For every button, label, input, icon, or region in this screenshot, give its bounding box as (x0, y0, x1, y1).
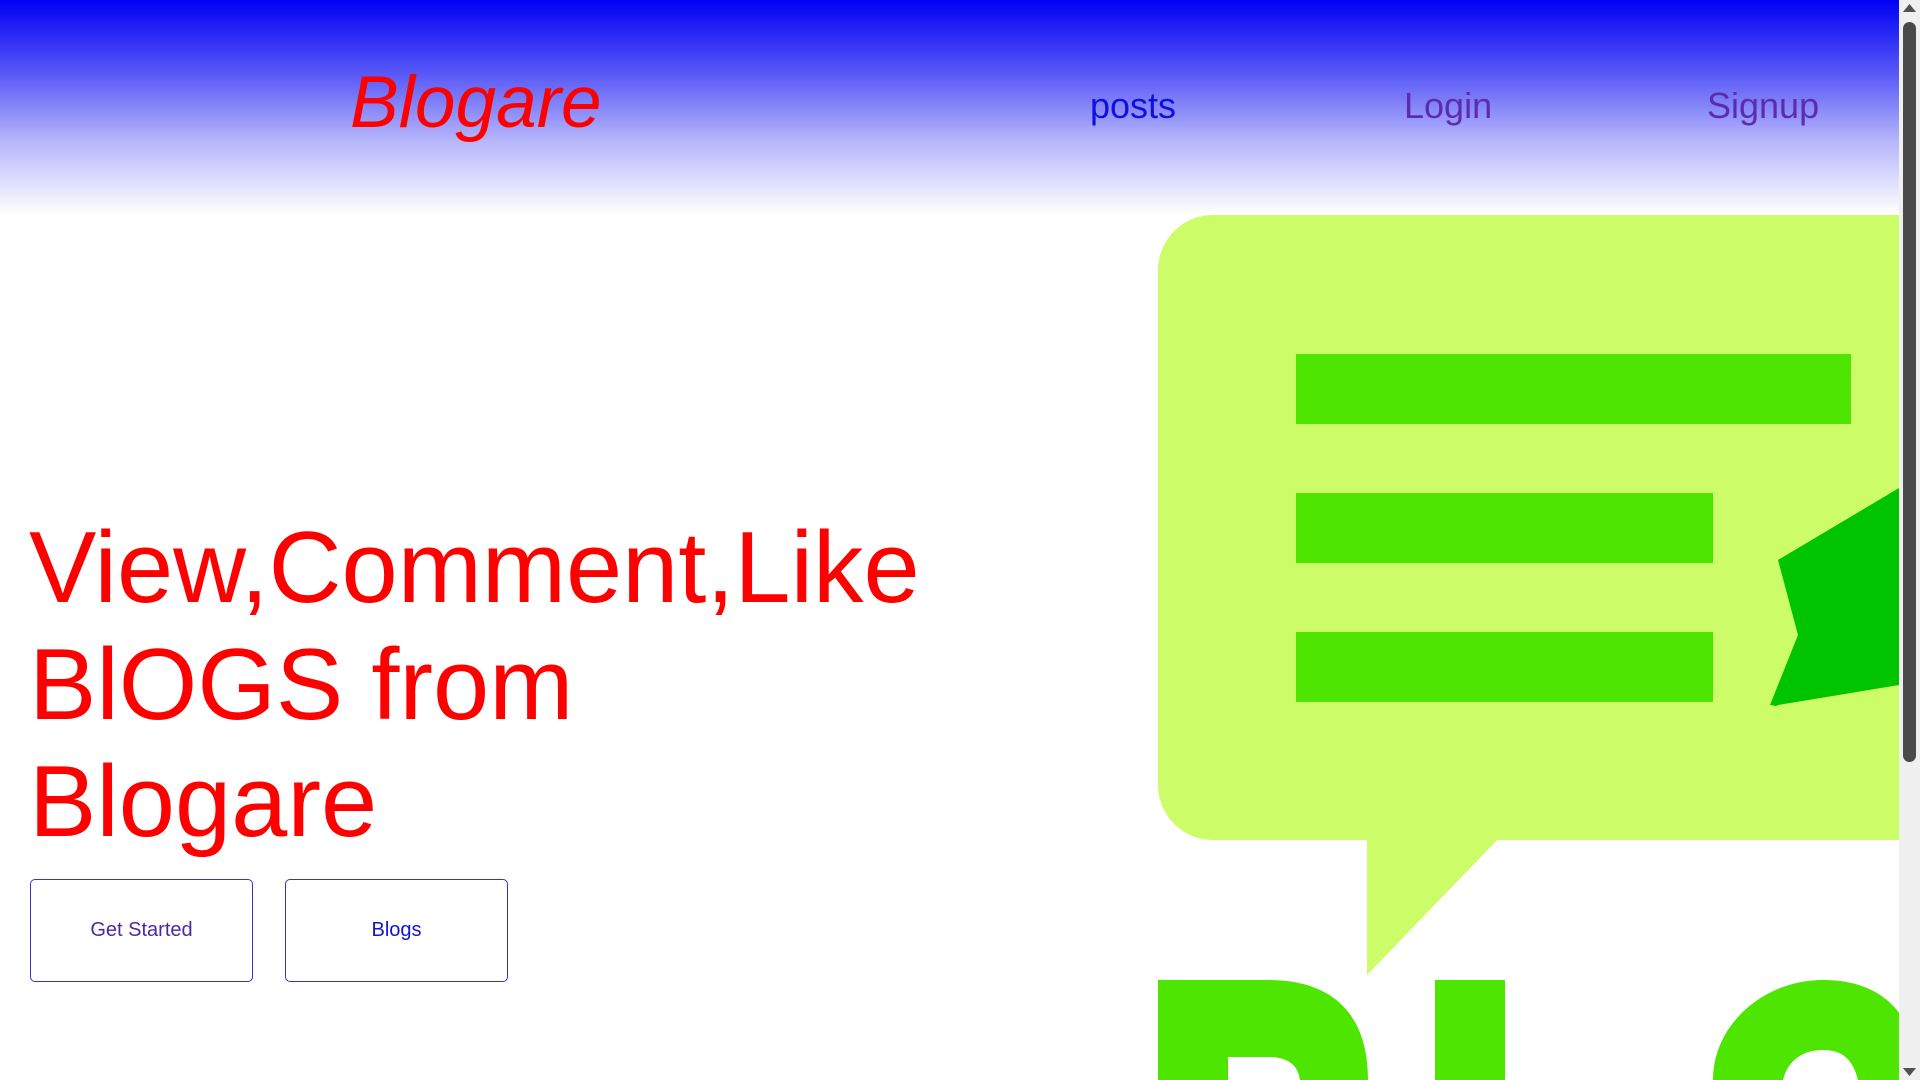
bubble-line-1 (1296, 354, 1851, 424)
scrollbar-thumb[interactable] (1903, 22, 1916, 762)
site-logo[interactable]: Blogare (350, 66, 602, 139)
blog-wordmark-icon (1158, 980, 1899, 1080)
hero-title-line: Blogare (29, 746, 378, 858)
hero-title: View,Comment,Like BlOGS from Blogare (29, 510, 1029, 861)
scroll-down-icon[interactable] (1899, 1063, 1920, 1080)
hero-title-line: BlOGS from (29, 629, 574, 741)
blog-illustration (1158, 215, 1899, 1080)
nav-signup-link[interactable]: Signup (1707, 88, 1819, 124)
bubble-line-3 (1296, 632, 1713, 702)
nav-posts-link[interactable]: posts (1090, 88, 1176, 124)
site-header: Blogare posts Login Signup (0, 0, 1899, 215)
nav-login-link[interactable]: Login (1404, 88, 1492, 124)
landing-page: Blogare posts Login Signup View,Comment,… (0, 0, 1920, 1080)
bubble-line-2 (1296, 493, 1713, 563)
scroll-up-icon[interactable] (1899, 0, 1920, 17)
blogs-button[interactable]: Blogs (285, 879, 508, 982)
get-started-button[interactable]: Get Started (30, 879, 253, 982)
vertical-scrollbar[interactable] (1899, 0, 1920, 1080)
hero-title-line: View,Comment,Like (29, 512, 920, 624)
